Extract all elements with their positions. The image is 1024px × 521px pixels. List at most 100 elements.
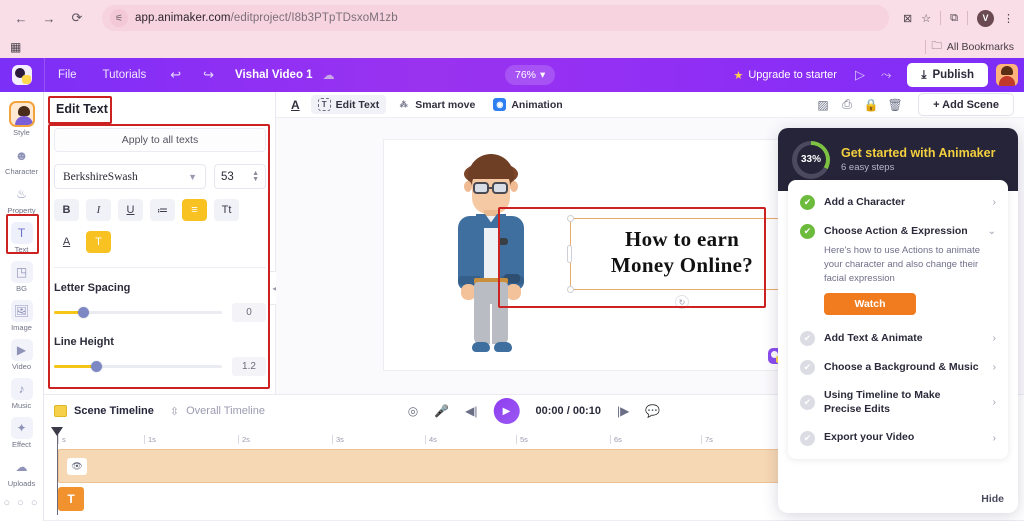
url-path: /editproject/I8b3PTpTDsxoM1zb: [230, 12, 398, 24]
step-label: Choose a Background & Music: [824, 360, 979, 373]
font-size-stepper[interactable]: 53 ▲ ▼: [214, 164, 266, 189]
sidebar-item-effect[interactable]: ✦ Effect: [0, 414, 44, 452]
profile-avatar[interactable]: V: [977, 9, 994, 27]
onboarding-step-export-video[interactable]: ✔ Export your Video ›: [788, 424, 1008, 453]
line-height-slider[interactable]: 1.2: [54, 357, 266, 376]
redo-icon[interactable]: ↪: [192, 58, 225, 92]
chevron-right-icon[interactable]: ›: [993, 197, 996, 208]
lock-icon[interactable]: 🔒: [860, 95, 882, 115]
chevron-down-icon[interactable]: ⌄: [988, 226, 996, 237]
next-frame-icon[interactable]: |▶: [617, 404, 629, 418]
font-family-select[interactable]: BerkshireSwash ▼: [54, 164, 206, 189]
watch-button[interactable]: Watch: [824, 293, 916, 316]
chevron-right-icon[interactable]: ›: [993, 397, 996, 408]
resize-handle-bottom-left[interactable]: [567, 286, 574, 293]
site-settings-icon[interactable]: ⚟: [110, 9, 128, 27]
upgrade-button[interactable]: ★ Upgrade to starter: [723, 69, 847, 82]
sidebar-item-video[interactable]: ▶ Video: [0, 336, 44, 374]
subtitles-icon[interactable]: 💬: [645, 404, 660, 418]
onboarding-step-add-character[interactable]: ✔ Add a Character ›: [788, 188, 1008, 217]
tab-scene-timeline[interactable]: Scene Timeline: [54, 405, 154, 417]
visibility-icon[interactable]: 👁: [67, 458, 87, 475]
resize-handle-top-left[interactable]: [567, 215, 574, 222]
menu-file[interactable]: File: [45, 58, 90, 92]
forward-arrow-icon[interactable]: →: [38, 7, 60, 29]
letter-spacing-slider[interactable]: 0: [54, 303, 266, 322]
undo-icon[interactable]: ↩: [159, 58, 192, 92]
underline-button[interactable]: U: [118, 199, 143, 221]
share-icon[interactable]: ⤳: [873, 67, 899, 83]
text-color-icon[interactable]: A: [284, 95, 307, 115]
onboarding-step-background-music[interactable]: ✔ Choose a Background & Music ›: [788, 353, 1008, 382]
bold-button[interactable]: B: [54, 199, 79, 221]
sidebar-item-character[interactable]: ☻ Character: [0, 141, 44, 179]
grid-icon[interactable]: ▨: [812, 95, 834, 115]
trash-icon[interactable]: 🗑: [884, 95, 906, 115]
animaker-logo[interactable]: [0, 65, 44, 85]
sidebar-item-image[interactable]: 🖼 Image: [0, 297, 44, 335]
onboarding-step-choose-action[interactable]: ✔ Choose Action & Expression ⌄ Here's ho…: [788, 217, 1008, 324]
smart-move-icon: ⁂: [399, 100, 408, 109]
apps-grid-icon[interactable]: ▦: [10, 40, 21, 54]
duplicate-icon[interactable]: ⎙: [836, 95, 858, 115]
sidebar-item-property[interactable]: ♨ Property: [0, 180, 44, 218]
previous-frame-icon[interactable]: ◀|: [465, 404, 477, 418]
extensions-icon[interactable]: ⧉: [950, 12, 958, 25]
sidebar-item-music[interactable]: ♪ Music: [0, 375, 44, 413]
list-button[interactable]: ≔: [150, 199, 175, 221]
onboarding-step-timeline-edits[interactable]: ✔ Using Timeline to Make Precise Edits ›: [788, 382, 1008, 423]
align-button[interactable]: ≡: [182, 199, 207, 221]
edit-text-button[interactable]: T Edit Text: [310, 95, 387, 114]
address-bar[interactable]: ⚟ app.animaker.com/editproject/I8b3PTpTD…: [102, 5, 890, 31]
character-object[interactable]: [436, 154, 546, 359]
smart-move-button[interactable]: ⁂ Smart move: [390, 95, 482, 114]
slider-track[interactable]: [54, 307, 222, 318]
rotate-handle-icon[interactable]: ↻: [675, 295, 689, 309]
slider-knob[interactable]: [77, 307, 89, 318]
zoom-level-control[interactable]: 76% ▾: [505, 65, 556, 85]
all-bookmarks-button[interactable]: 🗀 All Bookmarks: [925, 38, 1014, 56]
preview-play-icon[interactable]: ▷: [847, 67, 873, 83]
text-case-button[interactable]: Tt: [214, 199, 239, 221]
sidebar-item-bg[interactable]: ◳ BG: [0, 258, 44, 296]
menu-tutorials[interactable]: Tutorials: [90, 58, 160, 92]
tab-overall-timeline[interactable]: ⇳ Overall Timeline: [170, 405, 265, 418]
back-arrow-icon[interactable]: ←: [10, 7, 32, 29]
bookmark-star-icon[interactable]: ☆: [921, 12, 931, 25]
chrome-menu-icon[interactable]: ⋮: [1003, 12, 1014, 25]
chevron-right-icon[interactable]: ›: [993, 333, 996, 344]
selected-text-object[interactable]: How to earn Money Online? ↻: [567, 215, 797, 309]
text-effect-button[interactable]: T: [86, 231, 111, 253]
italic-button[interactable]: I: [86, 199, 111, 221]
slider-knob[interactable]: [90, 361, 102, 372]
user-avatar[interactable]: [996, 64, 1018, 86]
record-icon[interactable]: ◎: [408, 404, 418, 418]
resize-handle-left[interactable]: [567, 245, 572, 263]
progress-ring: 33%: [792, 140, 830, 179]
text-layer-chip[interactable]: T: [58, 487, 84, 511]
animation-button[interactable]: ◉ Animation: [486, 95, 569, 114]
project-name[interactable]: Vishal Video 1: [225, 69, 323, 81]
chevron-right-icon[interactable]: ›: [993, 362, 996, 373]
chevron-right-icon[interactable]: ›: [993, 433, 996, 444]
onboarding-subtitle: 6 easy steps: [841, 162, 895, 173]
text-color-button[interactable]: A: [54, 231, 79, 253]
sidebar-item-style[interactable]: Style: [0, 98, 44, 140]
add-scene-button[interactable]: + Add Scene: [918, 93, 1014, 116]
animation-label: Animation: [511, 98, 563, 111]
sidebar-item-label: Video: [11, 362, 32, 371]
hide-button[interactable]: Hide: [981, 493, 1004, 505]
play-button[interactable]: ▶: [493, 398, 520, 424]
apply-to-all-texts-button[interactable]: Apply to all texts: [54, 128, 266, 152]
sidebar-item-uploads[interactable]: ☁ Uploads: [0, 453, 44, 491]
sidebar-item-text[interactable]: T Text: [0, 219, 44, 257]
microphone-icon[interactable]: 🎤: [434, 404, 449, 418]
publish-button[interactable]: ⤓ Publish: [907, 63, 988, 87]
more-options-icon[interactable]: ○ ○ ○: [3, 497, 39, 509]
onboarding-step-add-text[interactable]: ✔ Add Text & Animate ›: [788, 324, 1008, 353]
scene-stage[interactable]: How to earn Money Online? ↻ Made with An…: [384, 140, 844, 370]
stepper-arrows-icon[interactable]: ▲ ▼: [252, 170, 259, 183]
reload-icon[interactable]: ⟳: [66, 7, 88, 29]
install-app-icon[interactable]: ⊠: [903, 12, 912, 25]
slider-track[interactable]: [54, 361, 222, 372]
